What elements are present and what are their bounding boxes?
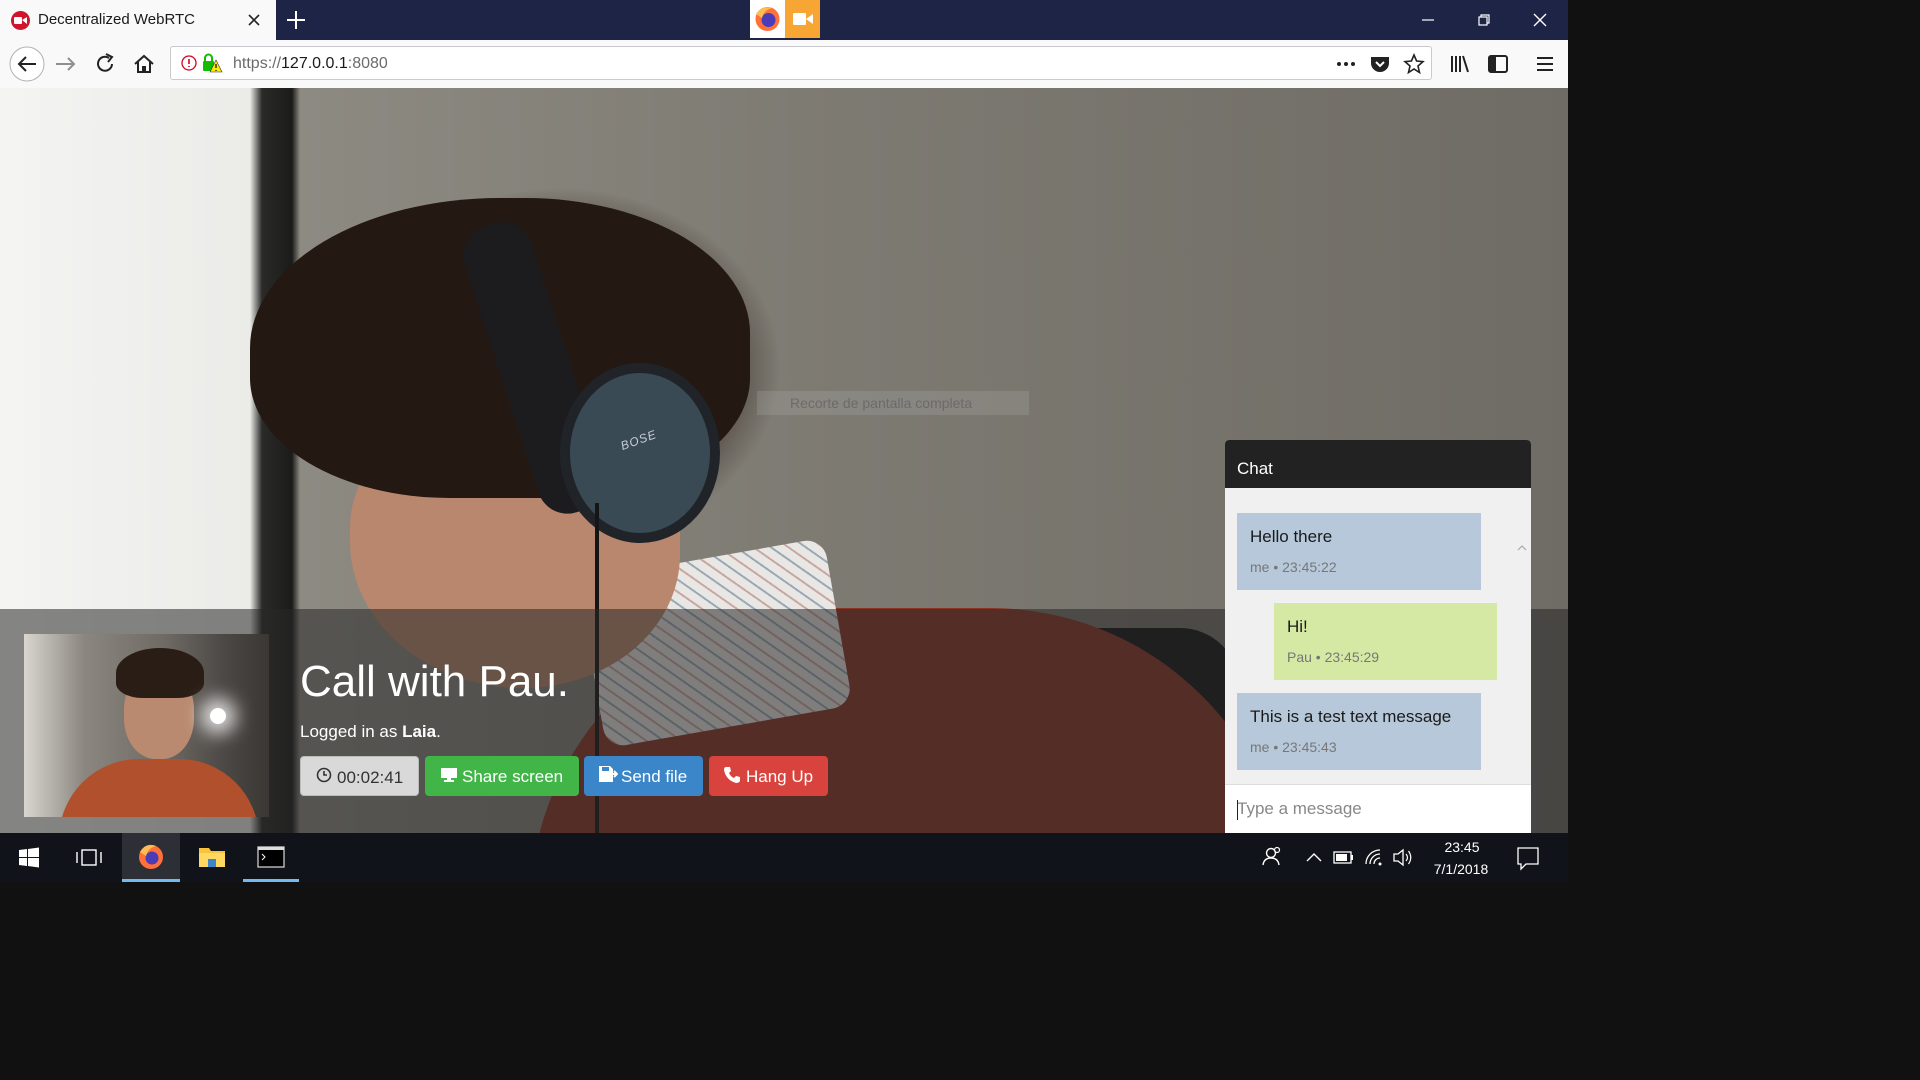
message-meta: me • 23:45:22 — [1250, 559, 1337, 575]
info-icon[interactable] — [181, 55, 197, 71]
volume-icon[interactable] — [1390, 833, 1416, 882]
task-view-icon[interactable] — [60, 833, 118, 882]
chat-message: This is a test text message me • 23:45:4… — [1237, 693, 1481, 770]
pocket-icon[interactable] — [1369, 53, 1391, 75]
chat-message-list[interactable]: Hello there me • 23:45:22 Hi! Pau • 23:4… — [1225, 488, 1531, 823]
share-screen-button[interactable]: Share screen — [425, 756, 579, 796]
logged-prefix: Logged in as — [300, 722, 403, 741]
url-host: 127.0.0.1 — [281, 55, 348, 72]
local-video — [24, 634, 269, 817]
message-text: Hello there — [1250, 527, 1333, 546]
send-file-label: Send file — [621, 767, 688, 786]
local-person-body — [59, 759, 259, 817]
close-tab-icon[interactable] — [244, 10, 264, 30]
message-text: Hi! — [1287, 617, 1308, 636]
address-bar[interactable]: https://127.0.0.1:8080 — [170, 46, 1432, 80]
page-actions-more-icon[interactable] — [1335, 54, 1359, 74]
back-button[interactable] — [9, 46, 45, 82]
hamburger-menu-icon[interactable] — [1529, 48, 1561, 80]
reload-icon[interactable] — [89, 48, 121, 80]
terminal-icon[interactable] — [243, 833, 299, 882]
local-video-light — [210, 708, 226, 724]
taskbar-clock-date[interactable]: 7/1/2018 — [1426, 861, 1496, 877]
firefox-icon — [750, 0, 785, 38]
share-screen-label: Share screen — [462, 767, 564, 786]
message-meta: Pau • 23:45:29 — [1287, 649, 1380, 665]
taskbar-firefox-icon[interactable] — [122, 833, 180, 882]
bookmark-star-icon[interactable] — [1403, 53, 1425, 75]
forward-button[interactable] — [50, 48, 82, 80]
chat-message: Hi! Pau • 23:45:29 — [1274, 603, 1497, 680]
chat-panel: Chat Hello there me • 23:45:22 Hi! Pau •… — [1225, 440, 1531, 833]
hang-up-label: Hang Up — [746, 767, 814, 786]
url-port: :8080 — [347, 55, 388, 72]
minimize-icon[interactable] — [1416, 8, 1440, 32]
logged-user: Laia — [402, 722, 437, 741]
battery-icon[interactable] — [1330, 833, 1356, 882]
browser-title-bar: Decentralized WebRTC — [0, 0, 1568, 40]
chat-message-input[interactable] — [1225, 784, 1531, 833]
people-icon[interactable] — [1255, 833, 1287, 882]
scroll-up-arrow-icon[interactable] — [1517, 544, 1527, 552]
clock-icon — [316, 767, 332, 783]
show-hidden-icons-chevron-icon[interactable] — [1302, 833, 1326, 882]
start-button[interactable] — [0, 833, 58, 882]
tab-title: Decentralized WebRTC — [38, 11, 196, 28]
windows-taskbar: 23:45 7/1/2018 — [0, 833, 1568, 882]
chat-header: Chat — [1225, 440, 1531, 488]
headphone-earcup — [560, 363, 720, 543]
timer-label: 00:02:41 — [337, 768, 404, 787]
call-timer-button[interactable]: 00:02:41 — [300, 756, 419, 796]
action-center-icon[interactable] — [1510, 833, 1546, 882]
sidebar-icon[interactable] — [1482, 48, 1514, 80]
restore-icon[interactable] — [1472, 8, 1496, 32]
monitor-icon — [440, 767, 458, 783]
call-title: Call with Pau. — [300, 657, 570, 706]
hang-up-button[interactable]: Hang Up — [709, 756, 828, 796]
insecure-lock-warning-icon[interactable] — [201, 53, 223, 73]
navigation-toolbar: https://127.0.0.1:8080 — [0, 40, 1568, 89]
camera-sharing-icon — [785, 0, 820, 38]
logged-in-text: Logged in as Laia. — [300, 722, 441, 742]
message-meta: me • 23:45:43 — [1250, 739, 1337, 755]
sharing-indicator[interactable] — [750, 0, 820, 38]
send-file-button[interactable]: Send file — [584, 756, 703, 796]
taskbar-clock-time[interactable]: 23:45 — [1440, 839, 1484, 855]
floppy-disk-icon — [598, 765, 618, 783]
video-camera-favicon-icon — [11, 11, 30, 30]
phone-icon — [723, 766, 741, 784]
browser-tab[interactable]: Decentralized WebRTC — [0, 0, 276, 40]
webrtc-page: BOSE Recorte de pantalla completa Call w… — [0, 88, 1568, 833]
text-caret — [1237, 800, 1238, 820]
snip-text: Recorte de pantalla completa — [790, 395, 973, 411]
chat-title: Chat — [1237, 459, 1273, 478]
url-scheme: https:// — [233, 55, 282, 72]
message-text: This is a test text message — [1250, 707, 1452, 726]
local-person-hair — [116, 648, 204, 698]
chat-message: Hello there me • 23:45:22 — [1237, 513, 1481, 590]
screen-snip-overlay: Recorte de pantalla completa — [757, 391, 1029, 415]
home-icon[interactable] — [128, 48, 160, 80]
logged-suffix: . — [436, 722, 441, 741]
new-tab-plus-icon[interactable] — [284, 8, 308, 32]
file-explorer-icon[interactable] — [183, 833, 241, 882]
url-text[interactable]: https://127.0.0.1:8080 — [233, 55, 388, 73]
wifi-icon[interactable] — [1362, 833, 1388, 882]
library-icon[interactable] — [1444, 48, 1476, 80]
close-window-icon[interactable] — [1528, 8, 1552, 32]
